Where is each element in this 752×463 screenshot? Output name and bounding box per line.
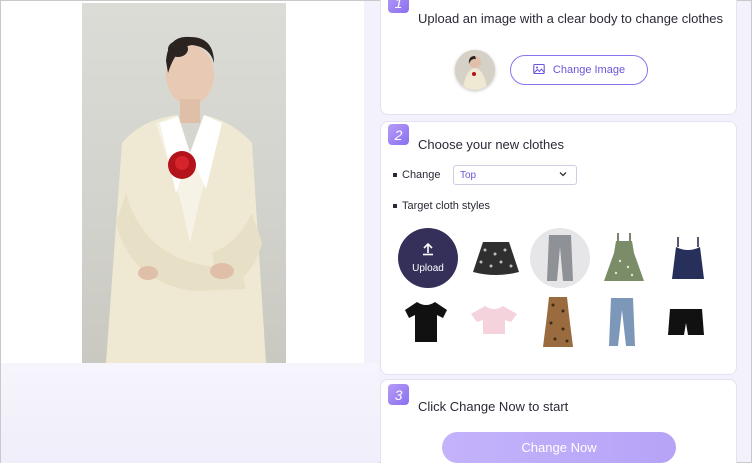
- uploaded-thumbnail: [455, 50, 495, 90]
- step-clothes-card: 2 Choose your new clothes Change Top Tar…: [380, 121, 737, 375]
- style-black-shorts[interactable]: [656, 292, 716, 352]
- step-title-2: Choose your new clothes: [418, 137, 564, 152]
- image-icon: [533, 63, 545, 78]
- style-navy-tank-top[interactable]: [658, 228, 718, 288]
- uploaded-photo: [82, 3, 286, 363]
- step-title-1: Upload an image with a clear body to cha…: [418, 11, 723, 26]
- bullet-icon: [393, 173, 397, 177]
- change-label: Change: [402, 169, 441, 181]
- upload-icon: [421, 242, 435, 259]
- change-type-row: Change: [393, 169, 441, 181]
- upload-label: Upload: [412, 263, 444, 274]
- change-now-button[interactable]: Change Now: [442, 432, 676, 463]
- step-start-card: 3 Click Change Now to start Change Now: [380, 379, 737, 463]
- clothing-type-select[interactable]: Top: [453, 165, 577, 185]
- style-pink-crop-top[interactable]: [464, 292, 524, 352]
- image-preview: [1, 1, 364, 363]
- chevron-down-icon: [558, 169, 568, 182]
- step-title-3: Click Change Now to start: [418, 399, 569, 414]
- style-floral-skirt[interactable]: [466, 228, 526, 288]
- style-black-tshirt[interactable]: [396, 292, 456, 352]
- target-styles-row: Target cloth styles: [393, 200, 490, 212]
- style-leopard-dress[interactable]: [528, 292, 588, 352]
- change-image-button[interactable]: Change Image: [510, 55, 648, 85]
- step-upload-card: 1 Upload an image with a clear body to c…: [380, 0, 737, 115]
- step-number-2: 2: [388, 124, 409, 145]
- style-blue-jeans[interactable]: [592, 292, 652, 352]
- step-number-3: 3: [388, 384, 409, 405]
- target-styles-label: Target cloth styles: [402, 200, 491, 212]
- style-floral-dress[interactable]: [594, 228, 654, 288]
- style-grey-jeans[interactable]: [530, 228, 590, 288]
- bullet-icon: [393, 204, 397, 208]
- preview-footer: [1, 363, 379, 463]
- upload-style-button[interactable]: Upload: [398, 228, 458, 288]
- step-number-1: 1: [388, 0, 409, 13]
- selected-type: Top: [460, 169, 477, 181]
- change-image-label: Change Image: [552, 64, 626, 76]
